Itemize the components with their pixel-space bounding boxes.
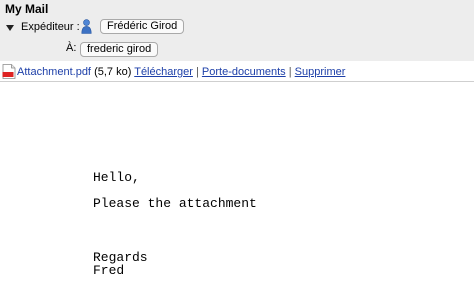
message-header: My Mail Expéditeur : Frédéric Girod À: f… [0,0,474,61]
message-line: Please the attachment [93,196,257,211]
attachment-bar: Attachment.pdf (5,7 ko) Télécharger | Po… [0,61,474,82]
collapse-triangle-icon[interactable] [6,25,14,31]
person-icon [81,19,92,34]
message-line: Hello, [93,170,140,185]
to-label: À: [66,42,77,54]
save-to-documents-link[interactable]: Porte-documents [202,66,286,78]
window-title: My Mail [5,2,49,16]
attachment-filename[interactable]: Attachment.pdf [17,66,91,78]
attachment-line: Attachment.pdf (5,7 ko) Télécharger | Po… [17,66,345,78]
recipient-address-token[interactable]: frederic girod [80,42,159,57]
separator: | [195,66,199,78]
separator: | [288,66,292,78]
from-label: Expéditeur : [21,21,80,33]
sender-address-token[interactable]: Frédéric Girod [100,19,185,34]
pdf-icon [2,64,16,79]
download-link[interactable]: Télécharger [134,66,193,78]
message-line: Fred [93,263,125,278]
delete-attachment-link[interactable]: Supprimer [295,66,346,78]
attachment-size: (5,7 ko) [94,66,132,78]
